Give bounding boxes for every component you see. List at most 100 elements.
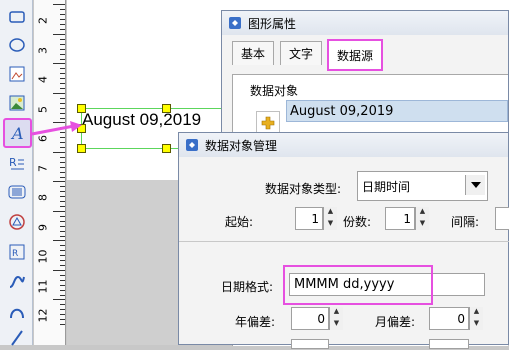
ruler-tick xyxy=(60,289,65,291)
ruler-number: 5 xyxy=(36,105,50,113)
ruler-tick xyxy=(60,284,65,286)
hour-offset-input[interactable] xyxy=(429,339,469,349)
canvas-text-object[interactable]: August 09,2019 xyxy=(82,110,201,130)
dialog-titlebar[interactable]: 数据对象管理 xyxy=(179,133,508,157)
tool-palette: A R R xyxy=(0,0,33,346)
app-icon xyxy=(229,17,241,29)
vertical-ruler: 2 3 4 5 6 7 8 9 10 11 12 xyxy=(34,0,66,345)
copies-stepper[interactable]: ▲ ▼ xyxy=(415,207,429,230)
rectangle-tool-icon[interactable] xyxy=(5,5,29,29)
ruler-tick xyxy=(60,48,65,50)
data-type-value: 日期时间 xyxy=(362,179,411,194)
copies-input[interactable]: 1 xyxy=(385,207,415,230)
ruler-tick xyxy=(60,142,65,143)
image-tool-icon[interactable] xyxy=(5,62,29,86)
ruler-tick xyxy=(53,151,65,153)
ruler-tick xyxy=(60,230,65,232)
line-tool-icon[interactable] xyxy=(5,270,29,294)
ruler-number: 3 xyxy=(36,46,50,54)
ruler-tick xyxy=(60,176,65,178)
ruler-number: 12 xyxy=(36,308,50,323)
tab-basic[interactable]: 基本 xyxy=(232,41,275,65)
resize-handle[interactable] xyxy=(162,144,171,153)
ruler-tick xyxy=(60,245,65,246)
pen-tool-icon[interactable] xyxy=(5,326,29,350)
ruler-tick xyxy=(60,102,65,104)
ruler-tick xyxy=(60,43,65,45)
ruler-tick xyxy=(60,83,65,84)
dialog-titlebar[interactable]: 图形属性 xyxy=(222,11,508,35)
app-icon xyxy=(186,139,198,151)
resize-handle[interactable] xyxy=(162,104,171,113)
month-offset-input[interactable]: 0 xyxy=(429,307,469,330)
ruler-number: 2 xyxy=(36,17,50,24)
ruler-tick xyxy=(60,294,65,296)
data-object-list-item[interactable]: August 09,2019 xyxy=(286,100,508,122)
tab-text[interactable]: 文字 xyxy=(280,41,323,65)
data-object-manager-dialog: 数据对象管理 数据对象类型: 日期时间 起始: 1 ▲ ▼ 份数: 1 ▲ ▼ 间隔… xyxy=(178,132,509,349)
ruler-tick xyxy=(60,19,65,20)
year-offset-stepper[interactable]: ▲ ▼ xyxy=(329,307,343,330)
start-label: 起始: xyxy=(225,215,254,229)
ruler-tick xyxy=(60,9,65,10)
svg-text:A: A xyxy=(10,124,24,142)
tab-datasource[interactable]: 数据源 xyxy=(327,39,384,71)
ruler-tick xyxy=(53,33,65,35)
start-input[interactable]: 1 xyxy=(295,207,323,230)
ruler-tick xyxy=(60,319,65,320)
ruler-tick xyxy=(60,24,65,25)
ruler-tick xyxy=(60,53,65,55)
ruler-tick xyxy=(60,88,65,89)
ruler-tick xyxy=(60,260,65,261)
ruler-tick xyxy=(60,78,65,79)
dialog-title: 图形属性 xyxy=(248,16,297,31)
ruler-number: 11 xyxy=(36,279,50,293)
resize-handle[interactable] xyxy=(77,104,86,113)
picture-tool-icon[interactable] xyxy=(5,91,29,115)
ruler-tick xyxy=(60,220,65,222)
ruler-tick xyxy=(53,210,65,212)
ruler-tick xyxy=(60,201,65,202)
ruler-tick xyxy=(60,112,65,114)
year-offset-input[interactable]: 0 xyxy=(291,307,329,330)
ruler-number: 4 xyxy=(36,76,50,83)
ruler-number: 7 xyxy=(36,164,50,172)
ruler-tick xyxy=(60,314,65,315)
interval-input[interactable] xyxy=(495,207,509,230)
ruler-tick xyxy=(60,97,65,99)
chevron-down-icon[interactable] xyxy=(465,175,485,195)
year-offset-label: 年偏差: xyxy=(235,315,276,329)
text-tool-icon[interactable]: A xyxy=(3,118,32,148)
svg-text:R: R xyxy=(12,249,18,259)
resize-handle[interactable] xyxy=(77,144,86,153)
divider xyxy=(179,241,509,242)
ruler-tick xyxy=(60,186,65,187)
interval-label: 间隔: xyxy=(451,215,480,229)
ruler-tick xyxy=(53,4,65,5)
ruler-tick xyxy=(60,29,65,30)
shape-tool-icon[interactable] xyxy=(5,210,29,234)
ruler-tick xyxy=(60,117,65,119)
ruler-tick xyxy=(60,324,65,325)
month-offset-stepper[interactable]: ▲ ▼ xyxy=(469,307,483,330)
ruler-tick xyxy=(60,206,65,207)
ruler-tick xyxy=(60,255,65,256)
ellipse-tool-icon[interactable] xyxy=(5,33,29,57)
copies-label: 份数: xyxy=(343,215,372,229)
barcode-tool-icon[interactable] xyxy=(5,180,29,204)
ruler-number: 8 xyxy=(36,194,50,201)
ruler-tick xyxy=(53,181,65,182)
curve-tool-icon[interactable] xyxy=(5,300,29,324)
data-type-select[interactable]: 日期时间 xyxy=(357,171,488,201)
ruler-tick xyxy=(53,240,65,241)
day-offset-input[interactable] xyxy=(291,339,329,349)
ruler-tick xyxy=(60,265,65,266)
ruler-tick xyxy=(60,279,65,281)
start-stepper[interactable]: ▲ ▼ xyxy=(323,207,337,230)
month-offset-label: 月偏差: xyxy=(375,315,416,329)
ruler-tick xyxy=(60,215,65,217)
qrcode-tool-icon[interactable]: R xyxy=(5,240,29,264)
ruler-tick xyxy=(53,299,65,300)
ruler-tick xyxy=(60,68,65,69)
rich-text-tool-icon[interactable]: R xyxy=(5,151,29,175)
